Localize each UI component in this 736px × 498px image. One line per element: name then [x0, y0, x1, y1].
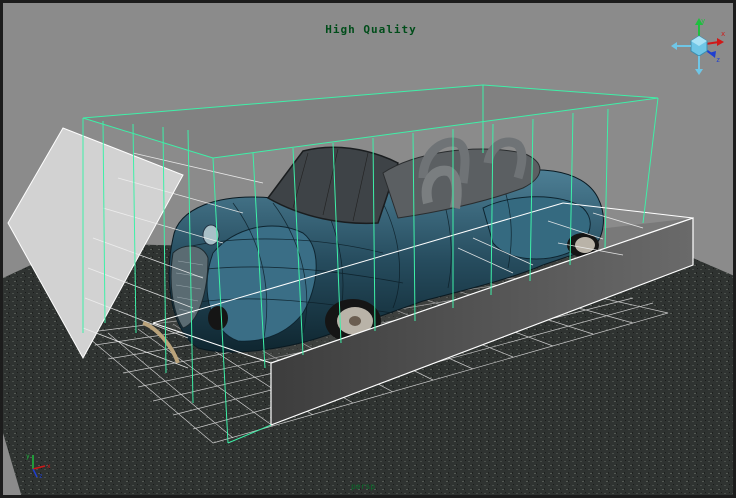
view-cube-x-label: x: [721, 30, 725, 38]
view-cube-y-label: y: [701, 17, 705, 25]
axis-z-label: z: [39, 473, 43, 479]
axis-y-label: y: [26, 453, 30, 460]
axis-x-label: x: [47, 463, 51, 470]
render-quality-label: High Quality: [325, 23, 417, 36]
axis-gizmo: y x z: [21, 449, 57, 480]
view-cube-z-label: z: [716, 56, 720, 64]
scene-render[interactable]: [3, 3, 736, 498]
camera-name-label: persp: [350, 482, 376, 491]
3d-viewport[interactable]: High Quality y x z y x z persp: [0, 0, 736, 498]
world-axis-icon: y x z: [26, 453, 51, 480]
view-cube-icon[interactable]: y x z: [669, 15, 729, 77]
view-cube[interactable]: y x z: [669, 15, 729, 77]
